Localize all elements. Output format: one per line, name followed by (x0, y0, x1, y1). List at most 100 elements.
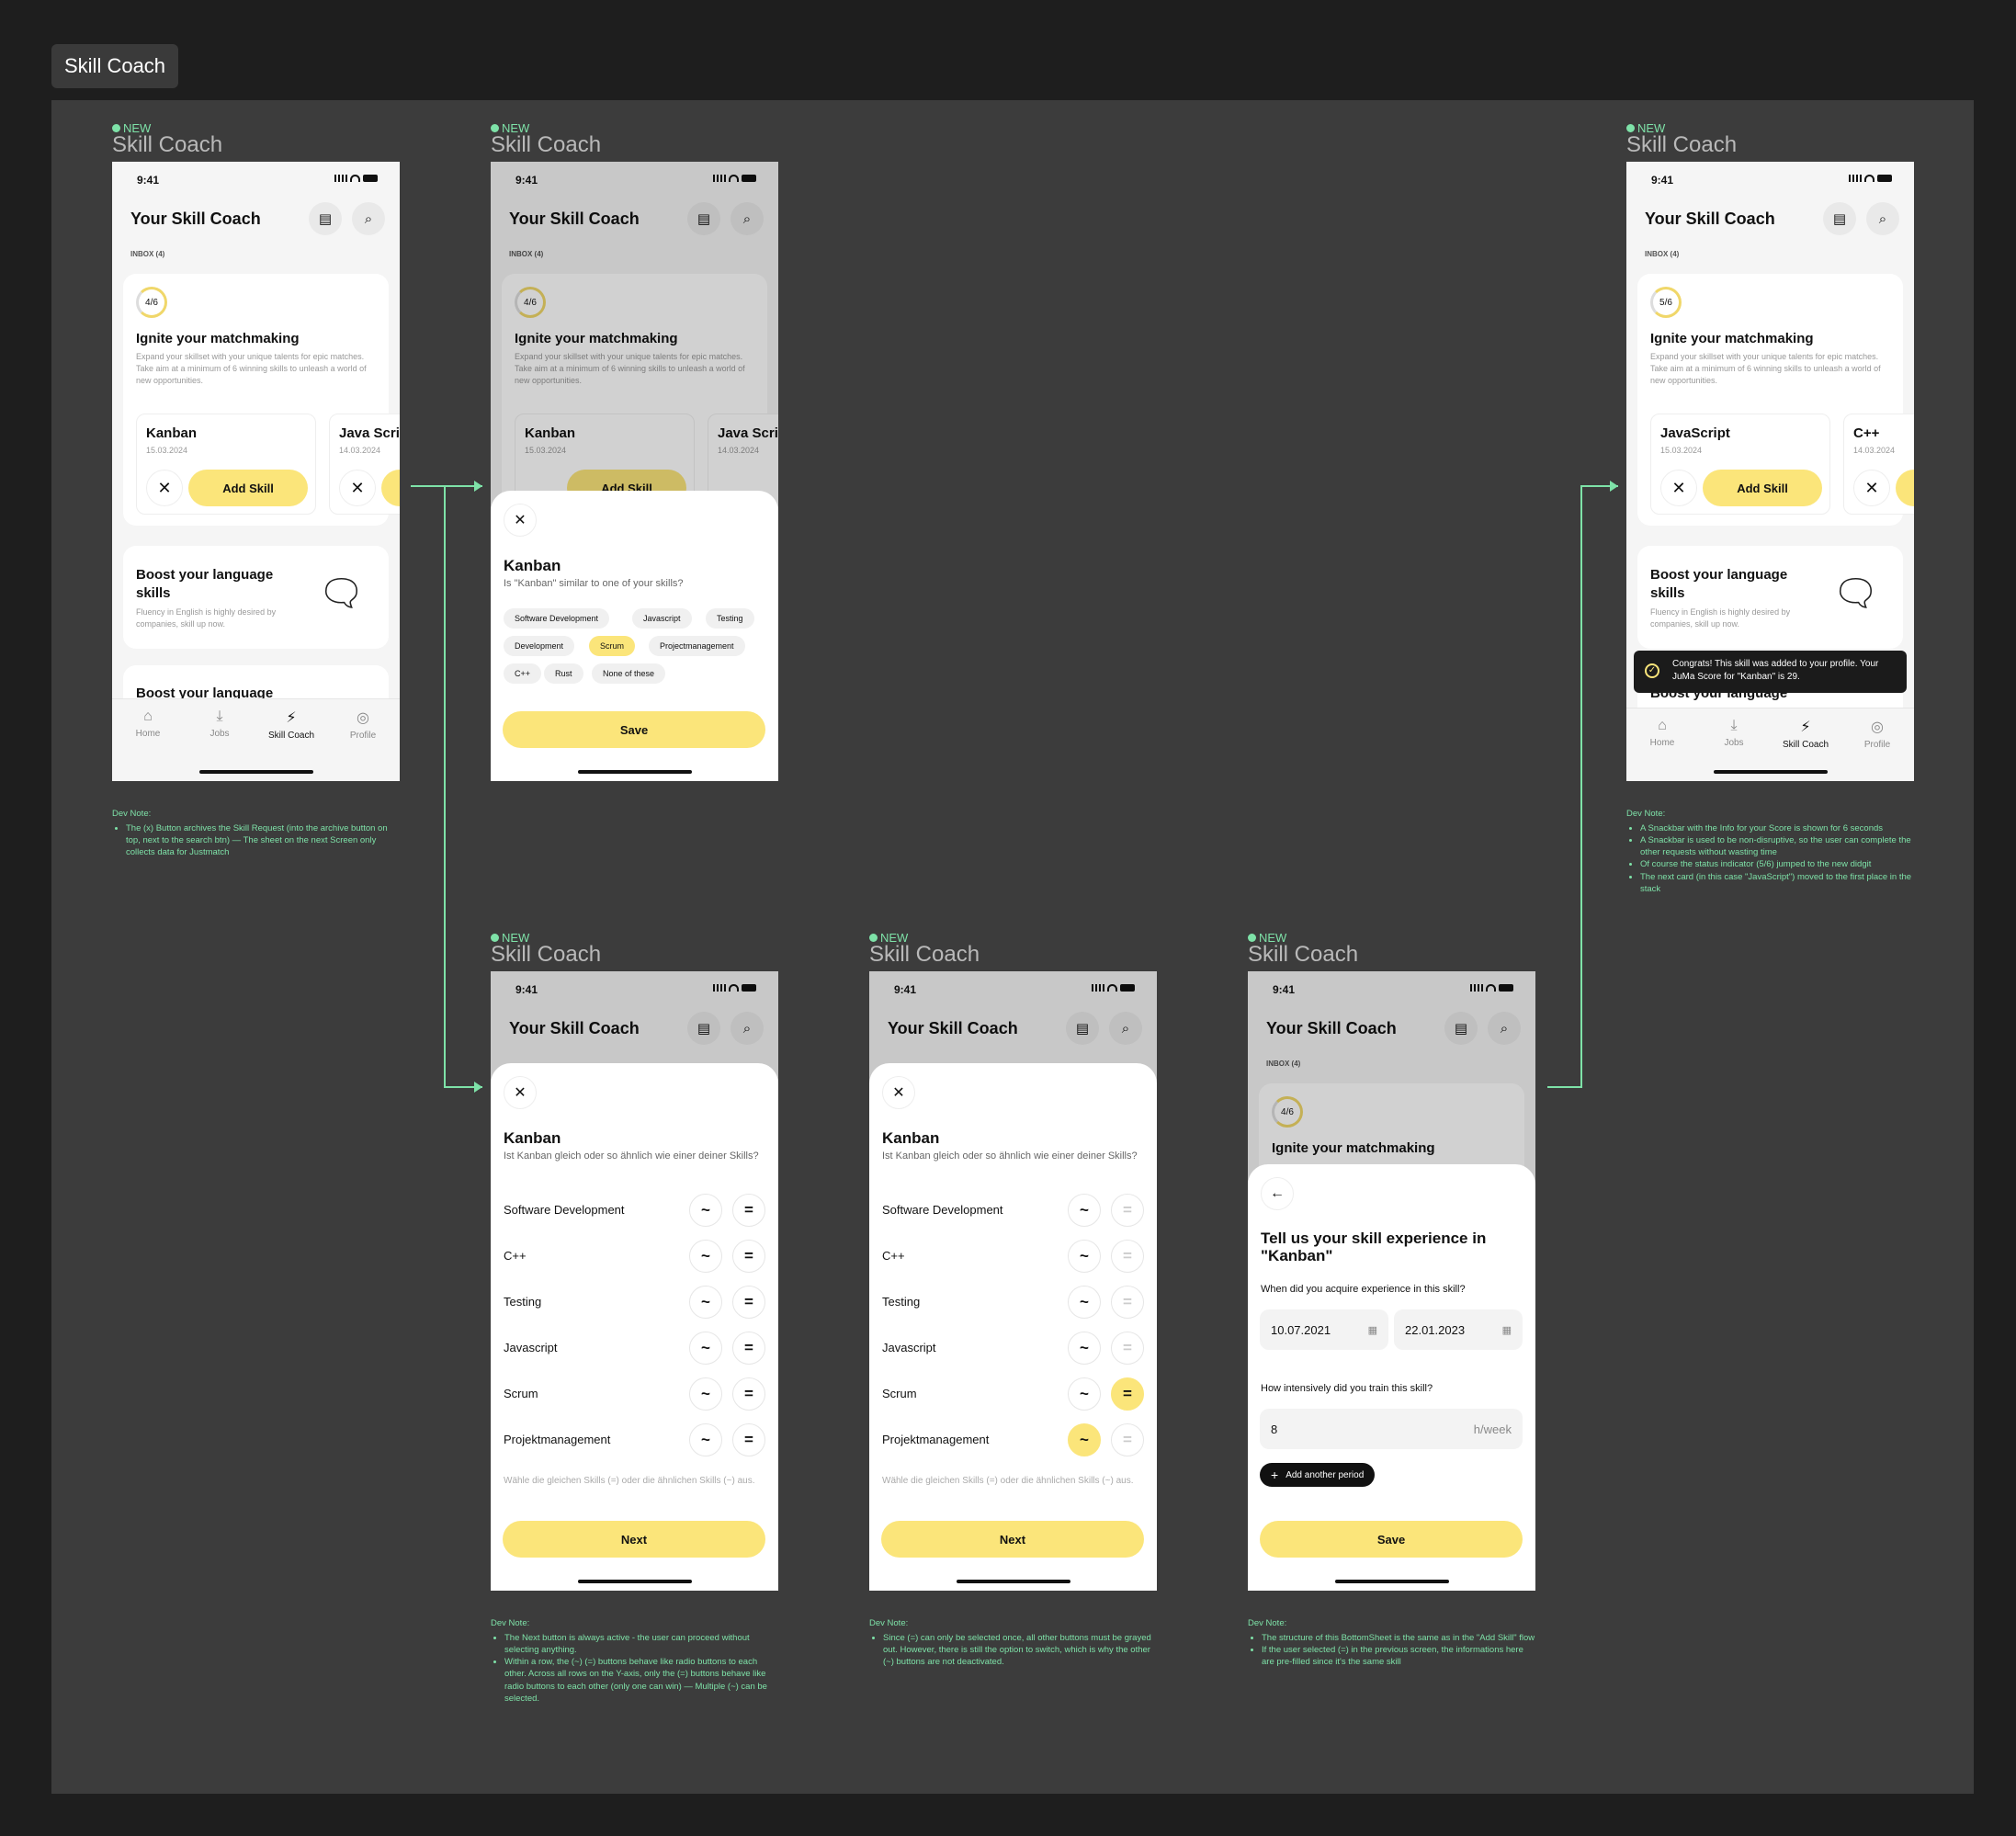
skill-chip[interactable]: Projectmanagement (649, 636, 745, 656)
close-icon: ✕ (1864, 478, 1879, 497)
archive-button[interactable]: ▤ (309, 202, 342, 235)
dismiss-button[interactable]: ✕ (1853, 470, 1890, 506)
similar-button[interactable]: ~ (1068, 1286, 1101, 1319)
equal-button[interactable]: = (732, 1377, 765, 1411)
equal-button[interactable]: = (732, 1423, 765, 1456)
similar-button[interactable]: ~ (1068, 1194, 1101, 1227)
similar-button[interactable]: ~ (689, 1286, 722, 1319)
equal-button[interactable]: = (732, 1240, 765, 1273)
back-button[interactable]: ← (1261, 1177, 1294, 1210)
skill-chip[interactable]: Testing (706, 608, 754, 629)
frame-label-6[interactable]: NEW Skill Coach (1248, 932, 1358, 966)
end-date-field[interactable]: 22.01.2023 ▦ (1394, 1309, 1523, 1350)
similarity-row: Software Development ~ = (504, 1192, 765, 1229)
equal-button-disabled[interactable]: = (1111, 1332, 1144, 1365)
nav-skill-coach[interactable]: ⚡ Skill Coach (259, 708, 323, 741)
matchmaking-card: 4/6 Ignite your matchmaking Expand your … (123, 274, 400, 526)
similar-button[interactable]: ~ (689, 1423, 722, 1456)
add-skill-button[interactable] (1896, 470, 1914, 506)
nav-jobs[interactable]: ⤓ Jobs (187, 708, 252, 739)
similar-button[interactable]: ~ (689, 1240, 722, 1273)
nav-skill-coach[interactable]: ⚡ Skill Coach (1773, 718, 1838, 750)
home-indicator (577, 1580, 692, 1583)
skill-chip[interactable]: None of these (592, 663, 666, 684)
dismiss-button[interactable]: ✕ (146, 470, 183, 506)
dev-note-1: Dev Note:The (x) Button archives the Ski… (112, 808, 397, 858)
sheet-question: Is "Kanban" similar to one of your skill… (504, 578, 684, 589)
similarity-row: Scrum ~ = (882, 1376, 1144, 1412)
period-question: When did you acquire experience in this … (1261, 1284, 1466, 1295)
skill-chip[interactable]: Javascript (632, 608, 692, 629)
equal-button[interactable]: = (732, 1286, 765, 1319)
frame-label-4[interactable]: NEW Skill Coach (491, 932, 601, 966)
skill-chip[interactable]: Development (504, 636, 575, 656)
frame-label-3[interactable]: NEW Skill Coach (1626, 122, 1737, 156)
similar-button[interactable]: ~ (689, 1377, 722, 1411)
skill-chip-selected[interactable]: Scrum (589, 636, 636, 656)
status-bar: 9:41 (1626, 162, 1914, 198)
equal-button-selected[interactable]: = (1111, 1377, 1144, 1411)
equal-button-disabled[interactable]: = (1111, 1423, 1144, 1456)
save-button[interactable]: Save (1260, 1521, 1523, 1558)
similar-button-selected[interactable]: ~ (1068, 1423, 1101, 1456)
battery-icon (1877, 175, 1892, 182)
next-button[interactable]: Next (881, 1521, 1144, 1558)
similar-button[interactable]: ~ (689, 1332, 722, 1365)
profile-icon: ◎ (1871, 720, 1884, 735)
equal-button-disabled[interactable]: = (1111, 1286, 1144, 1319)
new-badge: NEW (112, 122, 151, 134)
nav-profile[interactable]: ◎ Profile (331, 708, 395, 741)
lightning-icon: ⚡ (1800, 720, 1811, 735)
similarity-row: Javascript ~ = (504, 1330, 765, 1366)
similar-button[interactable]: ~ (1068, 1240, 1101, 1273)
search-button[interactable]: ⌕ (1866, 202, 1899, 235)
equal-button-disabled[interactable]: = (1111, 1240, 1144, 1273)
lightning-icon: ⚡ (286, 710, 297, 726)
card-title: Ignite your matchmaking (136, 331, 300, 346)
hours-input[interactable]: 8 h/week (1260, 1409, 1523, 1449)
frame-label-1[interactable]: NEW Skill Coach (112, 122, 222, 156)
skill-name: Kanban (146, 425, 198, 441)
language-card[interactable]: Boost your language skills Fluency in En… (123, 546, 389, 649)
start-date-field[interactable]: 10.07.2021 ▦ (1260, 1309, 1388, 1350)
frame-label-5[interactable]: NEW Skill Coach (869, 932, 980, 966)
skill-name: Java Script (339, 425, 400, 441)
add-skill-button[interactable] (381, 470, 400, 506)
add-period-button[interactable]: + Add another period (1260, 1463, 1376, 1487)
equal-button[interactable]: = (732, 1194, 765, 1227)
save-button[interactable]: Save (503, 711, 765, 748)
next-button[interactable]: Next (503, 1521, 765, 1558)
add-skill-button[interactable]: Add Skill (1703, 470, 1822, 506)
similar-button[interactable]: ~ (1068, 1377, 1101, 1411)
arrow-head (474, 481, 482, 492)
skill-chip[interactable]: C++ (504, 663, 542, 684)
close-button[interactable]: ✕ (504, 504, 537, 537)
search-button[interactable]: ⌕ (352, 202, 385, 235)
close-button[interactable]: ✕ (504, 1076, 537, 1109)
add-skill-button[interactable]: Add Skill (188, 470, 308, 506)
nav-jobs[interactable]: ⤓ Jobs (1702, 718, 1766, 748)
nav-profile[interactable]: ◎ Profile (1845, 718, 1909, 750)
language-card[interactable]: Boost your language skills Fluency in En… (1637, 546, 1903, 649)
page-tag[interactable]: Skill Coach (51, 44, 179, 88)
dismiss-button[interactable]: ✕ (1660, 470, 1697, 506)
equal-button-disabled[interactable]: = (1111, 1194, 1144, 1227)
home-indicator (956, 1580, 1070, 1583)
skill-chip[interactable]: Rust (544, 663, 583, 684)
row-label: Projektmanagement (882, 1433, 990, 1446)
card-title: Ignite your matchmaking (1650, 331, 1814, 346)
dismiss-button[interactable]: ✕ (339, 470, 376, 506)
skill-chip[interactable]: Software Development (504, 608, 610, 629)
similar-button[interactable]: ~ (1068, 1332, 1101, 1365)
frame-label-2[interactable]: NEW Skill Coach (491, 122, 601, 156)
nav-home[interactable]: ⌂ Home (1630, 718, 1694, 748)
similar-button[interactable]: ~ (689, 1194, 722, 1227)
close-button[interactable]: ✕ (882, 1076, 915, 1109)
similarity-row: Javascript ~ = (882, 1330, 1144, 1366)
home-indicator (198, 770, 313, 774)
bottom-sheet: ✕ Kanban Ist Kanban gleich oder so ähnli… (491, 1063, 778, 1591)
nav-home[interactable]: ⌂ Home (116, 708, 180, 739)
equal-button[interactable]: = (732, 1332, 765, 1365)
signal-icon (1849, 175, 1862, 182)
archive-button[interactable]: ▤ (1823, 202, 1856, 235)
